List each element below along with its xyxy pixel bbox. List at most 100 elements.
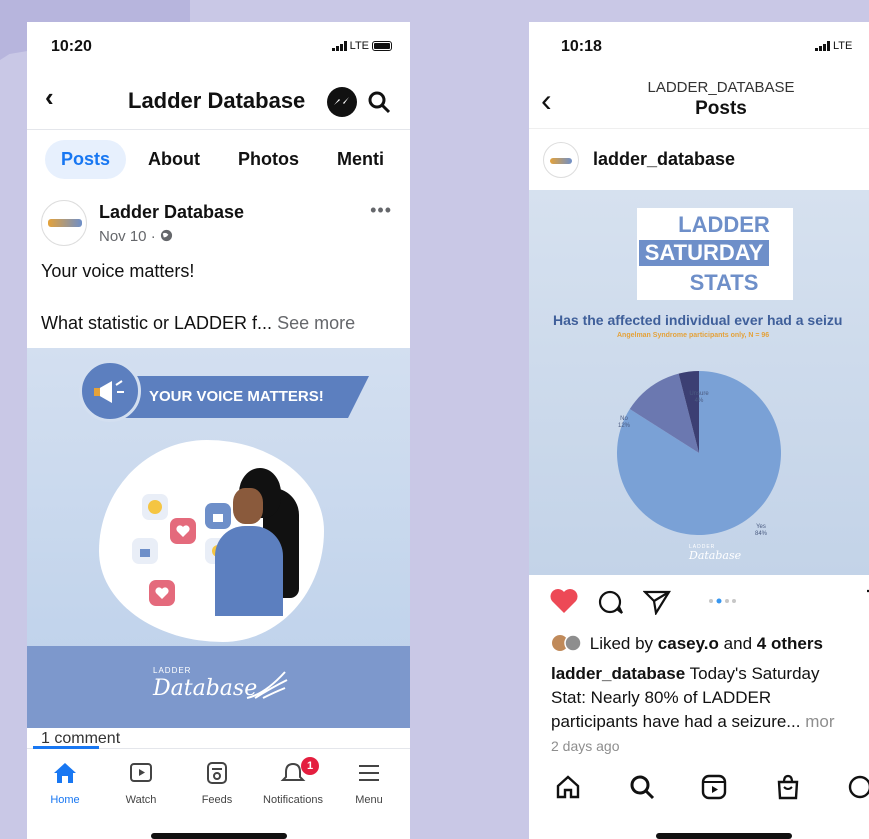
logo-small-text: LADDER: [153, 666, 192, 675]
shop-icon[interactable]: [775, 774, 801, 805]
status-time-ig: 10:18: [561, 38, 602, 55]
profile-icon[interactable]: [847, 774, 869, 805]
search-icon-ig[interactable]: [629, 774, 655, 805]
heart-icon-2: [149, 580, 175, 606]
status-indicators: LTE: [331, 40, 392, 52]
post-text-line1: Your voice matters!: [41, 261, 195, 281]
network-label-ig: LTE: [833, 40, 853, 52]
chart-question: Has the affected individual ever had a s…: [553, 312, 843, 328]
likes-prefix: Liked by: [589, 634, 654, 653]
instagram-screen: 10:18 LTE ‹ LADDER_DATABASE Posts ladder…: [529, 22, 869, 839]
nav-watch-label: Watch: [125, 794, 157, 806]
nav-menu[interactable]: Menu: [331, 761, 407, 806]
reels-icon[interactable]: [701, 774, 727, 805]
status-indicators-ig: LTE: [815, 40, 852, 52]
battery-icon: [372, 41, 392, 51]
chart-subtitle: Angelman Syndrome participants only, N =…: [617, 332, 770, 339]
avatar[interactable]: [41, 200, 87, 246]
status-time: 10:20: [51, 38, 92, 55]
caption-text-3: participants have had a seizure...: [551, 712, 801, 731]
page-title: Ladder Database: [128, 88, 306, 113]
nav-home[interactable]: Home: [27, 761, 103, 806]
caption-more-link[interactable]: mor: [805, 712, 834, 731]
logo-text: Database: [153, 676, 258, 701]
comment-icon[interactable]: [597, 589, 625, 615]
tab-about[interactable]: About: [132, 140, 216, 179]
tab-photos[interactable]: Photos: [222, 140, 315, 179]
avatar-ig[interactable]: [543, 142, 579, 178]
post-time-ago: 2 days ago: [551, 738, 620, 754]
heart-icon-ig[interactable]: [549, 587, 579, 615]
header-account: LADDER_DATABASE: [647, 79, 795, 96]
search-icon[interactable]: [367, 90, 391, 119]
heart-icon: [170, 518, 196, 544]
watch-icon: [130, 763, 152, 782]
header-divider: [27, 129, 410, 130]
caption-username[interactable]: ladder_database: [551, 664, 685, 683]
messenger-icon[interactable]: [327, 87, 357, 117]
person-illustration-face: [233, 488, 263, 524]
share-icon[interactable]: [643, 589, 671, 615]
menu-icon: [359, 765, 379, 781]
likes-line: Liked by casey.o and 4 others: [551, 634, 823, 654]
see-more-link[interactable]: See more: [277, 313, 355, 333]
nav-feeds-label: Feeds: [201, 794, 233, 806]
banner: YOUR VOICE MATTERS!: [107, 376, 369, 418]
page-header: ‹ Ladder Database: [27, 78, 410, 126]
nav-home-label: Home: [50, 794, 80, 806]
post-image[interactable]: YOUR VOICE MATTERS! LADDER Database: [27, 348, 410, 728]
post-author[interactable]: Ladder Database: [99, 202, 244, 223]
logo-text-ig: Database: [689, 549, 742, 562]
logo-band: LADDER Database: [27, 646, 410, 728]
tab-posts[interactable]: Posts: [45, 140, 127, 179]
pie-label-yes: Yes 84%: [755, 524, 768, 537]
network-label: LTE: [349, 40, 369, 52]
caption-text-1: Today's Saturday: [689, 664, 820, 683]
nav-watch[interactable]: Watch: [103, 761, 179, 806]
title-ladder: LADDER: [678, 212, 770, 237]
nav-notifications-label: Notifications: [263, 794, 323, 806]
post-image-ig[interactable]: LADDER SATURDAY STATS Has the affected i…: [529, 190, 869, 575]
likes-joiner: and: [723, 634, 753, 653]
caption-line2: Stat: Nearly 80% of LADDER: [551, 688, 772, 707]
smile-emoji-icon: [142, 494, 168, 520]
bookmark-icon[interactable]: [865, 589, 869, 615]
post-text-line2: What statistic or LADDER f... See more: [41, 313, 355, 334]
home-indicator-ig: [656, 833, 792, 839]
like-icon-2: [132, 538, 158, 564]
facebook-screen: 10:20 LTE ‹ Ladder Database Posts About …: [27, 22, 410, 839]
post-username[interactable]: ladder_database: [593, 149, 735, 170]
feeds-icon: [207, 762, 227, 784]
home-indicator: [150, 833, 287, 839]
pie-chart: Yes 84%No 12%Unsure 4%: [617, 371, 781, 537]
caption-line3: participants have had a seizure... mor: [551, 712, 835, 732]
logo-wing-icon: [246, 671, 288, 699]
nav-feeds[interactable]: Feeds: [179, 761, 255, 806]
post-date-text: Nov 10 ·: [99, 228, 156, 245]
back-button[interactable]: ‹: [45, 82, 54, 113]
active-tab-indicator: [33, 746, 99, 749]
nav-menu-label: Menu: [355, 794, 383, 806]
page-title-ig: Posts: [695, 98, 747, 119]
liker-avatars: [552, 634, 582, 652]
post-text-truncated: What statistic or LADDER f...: [41, 313, 273, 333]
tab-mentions[interactable]: Menti: [321, 140, 400, 179]
person-illustration-body: [215, 526, 283, 616]
carousel-dots: [709, 598, 736, 604]
more-options-icon[interactable]: •••: [370, 200, 392, 221]
likes-user[interactable]: casey.o: [658, 634, 719, 653]
title-saturday: SATURDAY: [639, 240, 769, 266]
home-icon-ig[interactable]: [555, 774, 581, 805]
page-tabs: Posts About Photos Menti: [45, 140, 400, 179]
home-icon: [54, 763, 76, 783]
caption-line1: ladder_database Today's Saturday: [551, 664, 819, 684]
signal-icon: [331, 41, 347, 51]
signal-icon-ig: [815, 41, 830, 51]
notification-badge: 1: [301, 757, 319, 775]
header-divider-ig: [529, 128, 869, 129]
title-stats: STATS: [689, 270, 759, 295]
globe-icon: [160, 229, 172, 242]
nav-notifications[interactable]: 1 Notifications: [255, 757, 331, 806]
megaphone-icon: [79, 360, 141, 422]
likes-others[interactable]: 4 others: [757, 634, 823, 653]
